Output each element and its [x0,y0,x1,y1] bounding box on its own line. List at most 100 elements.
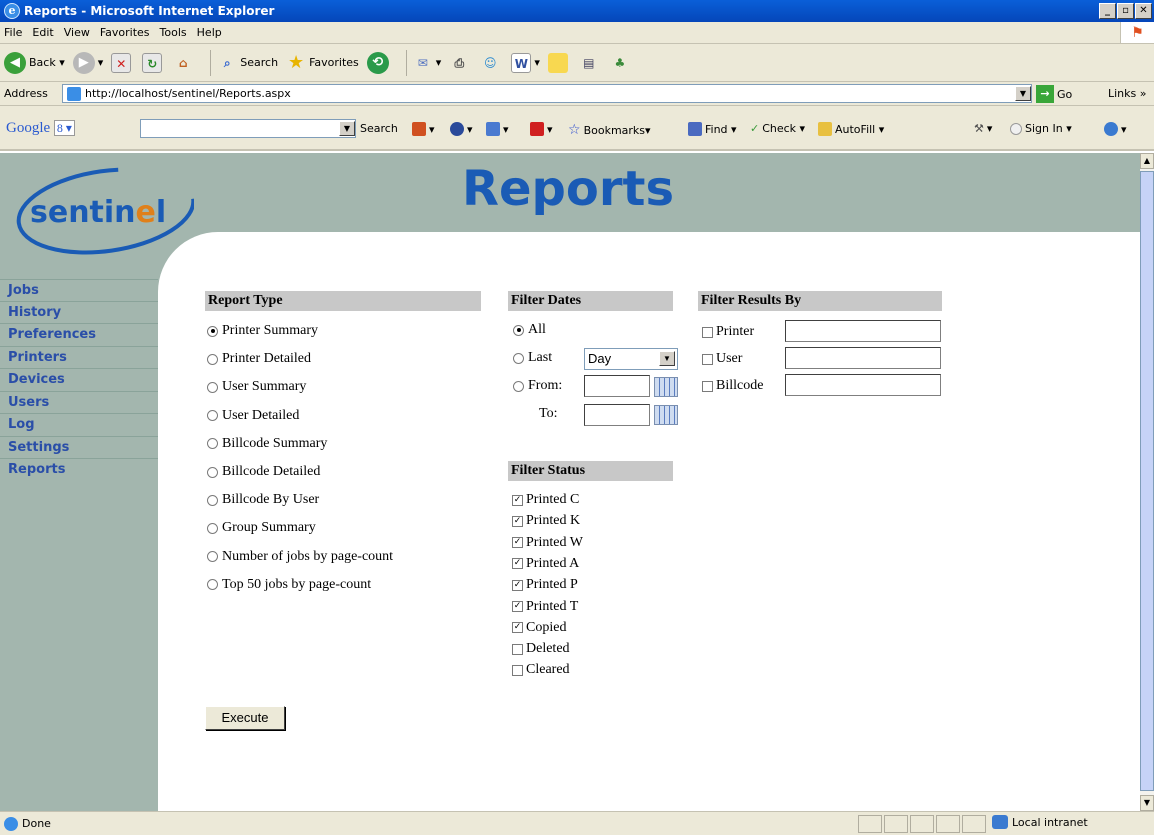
nav-settings[interactable]: Settings [0,437,158,459]
users-button[interactable]: ♣ [610,53,633,73]
google-dropdown-icon[interactable]: ▼ [339,121,355,136]
google-check-button[interactable]: ✓ Check ▾ [750,122,805,135]
nav-reports[interactable]: Reports [0,459,158,482]
nav-preferences[interactable]: Preferences [0,324,158,347]
radio-icon[interactable] [207,325,218,337]
from-date-input[interactable] [584,375,650,397]
go-button[interactable]: → Go [1036,85,1072,103]
status-checkbox-row[interactable]: ✓ Printed K [512,513,580,529]
menu-tools[interactable]: Tools [160,26,187,39]
radio-icon[interactable] [513,352,524,364]
status-checkbox-row[interactable]: Deleted [512,641,570,657]
checkbox-icon[interactable]: ✓ [512,515,523,527]
radio-icon[interactable] [207,466,218,478]
checkbox-icon[interactable] [702,380,713,392]
favorites-button[interactable]: ★ Favorites [286,52,359,73]
nav-log[interactable]: Log [0,414,158,437]
radio-icon[interactable] [207,494,218,506]
checkbox-icon[interactable] [512,643,523,655]
result-filter-option[interactable]: User [702,351,742,367]
print-button[interactable]: ⎙ [449,53,472,73]
result-filter-option[interactable]: Billcode [702,378,763,394]
result-filter-input[interactable] [785,320,941,342]
status-checkbox-row[interactable]: ✓ Printed W [512,535,583,551]
scroll-down-icon[interactable]: ▼ [1140,795,1154,811]
mail-button[interactable]: ✉ ▾ [413,53,442,73]
report-type-option[interactable]: User Detailed [207,408,299,424]
refresh-button[interactable]: ↻ [142,52,165,73]
radio-icon[interactable] [207,522,218,534]
report-type-option[interactable]: Top 50 jobs by page-count [207,577,371,593]
checkbox-icon[interactable]: ✓ [512,601,523,612]
report-type-option[interactable]: Billcode By User [207,492,319,508]
from-calendar-icon[interactable] [654,377,678,397]
research-button[interactable]: ▤ [579,53,602,73]
scroll-thumb[interactable] [1140,171,1154,791]
status-checkbox-row[interactable]: Cleared [512,662,570,678]
radio-icon[interactable] [513,380,524,392]
back-button[interactable]: ◀ Back ▾ [4,51,65,74]
nav-users[interactable]: Users [0,392,158,414]
date-from-option[interactable]: From: [513,378,562,394]
history-button[interactable]: ⟲ [366,51,392,74]
radio-icon[interactable] [207,438,218,450]
checkbox-icon[interactable] [702,353,713,365]
status-checkbox-row[interactable]: ✓ Copied [512,620,566,636]
forward-button[interactable]: ▶ ▾ [72,51,103,74]
execute-button[interactable]: Execute [205,706,285,730]
checkbox-icon[interactable]: ✓ [512,537,523,549]
radio-icon[interactable] [207,410,218,422]
links-button[interactable]: Links » [1108,87,1147,100]
google-bookmarks-button[interactable]: ☆ Bookmarks ▾ [568,122,651,138]
google-browse-button[interactable]: ▾ [450,122,473,136]
checkbox-icon[interactable]: ✓ [512,558,523,570]
messenger-button[interactable]: ☺ [480,53,503,73]
report-type-option[interactable]: Group Summary [207,520,316,536]
nav-history[interactable]: History [0,302,158,324]
last-period-select[interactable]: Day ▼ [584,348,678,370]
nav-printers[interactable]: Printers [0,347,158,369]
checkbox-icon[interactable]: ✓ [512,494,523,506]
date-last-option[interactable]: Last [513,350,552,366]
chevron-down-icon[interactable]: ▼ [659,351,675,366]
status-checkbox-row[interactable]: ✓ Printed A [512,556,579,572]
checkbox-icon[interactable] [702,326,713,338]
google-autofill-button[interactable]: AutoFill ▾ [818,122,884,136]
menu-view[interactable]: View [64,26,90,39]
close-button[interactable]: ✕ [1135,3,1152,19]
status-checkbox-row[interactable]: ✓ Printed P [512,577,578,593]
report-type-option[interactable]: Printer Summary [207,323,318,339]
report-type-option[interactable]: Billcode Summary [207,436,327,452]
status-checkbox-row[interactable]: ✓ Printed T [512,599,578,615]
menu-file[interactable]: File [4,26,22,39]
report-type-option[interactable]: User Summary [207,379,306,395]
google-options-button[interactable]: ▾ [1104,122,1127,136]
to-date-input[interactable] [584,404,650,426]
report-type-option[interactable]: Printer Detailed [207,351,311,367]
google-search-input[interactable]: ▼ [140,119,356,138]
google-logo[interactable]: Google 8 ▾ [6,120,75,137]
result-filter-option[interactable]: Printer [702,324,754,340]
google-find-button[interactable]: Find ▾ [688,122,737,136]
to-calendar-icon[interactable] [654,405,678,425]
google-popup-button[interactable]: ▾ [530,122,553,136]
home-button[interactable]: ⌂ [173,53,196,73]
report-type-option[interactable]: Billcode Detailed [207,464,320,480]
search-button[interactable]: ⌕ Search [217,53,278,73]
google-search-button[interactable]: Search [360,122,398,135]
radio-icon[interactable] [207,551,218,563]
scroll-up-icon[interactable]: ▲ [1140,153,1154,169]
radio-icon[interactable] [207,381,218,393]
nav-jobs[interactable]: Jobs [0,279,158,302]
google-settings-button[interactable]: ⚒ ▾ [974,122,992,135]
result-filter-input[interactable] [785,347,941,369]
minimize-button[interactable]: _ [1099,3,1116,19]
google-signin-button[interactable]: Sign In ▾ [1010,122,1072,135]
menu-favorites[interactable]: Favorites [100,26,150,39]
radio-icon[interactable] [513,324,524,336]
address-input[interactable]: http://localhost/sentinel/Reports.aspx ▼ [62,84,1032,103]
stop-button[interactable]: ✕ [111,52,134,73]
notes-button[interactable] [547,52,571,73]
radio-icon[interactable] [207,353,218,365]
google-menu-icon[interactable]: 8 ▾ [53,120,75,136]
